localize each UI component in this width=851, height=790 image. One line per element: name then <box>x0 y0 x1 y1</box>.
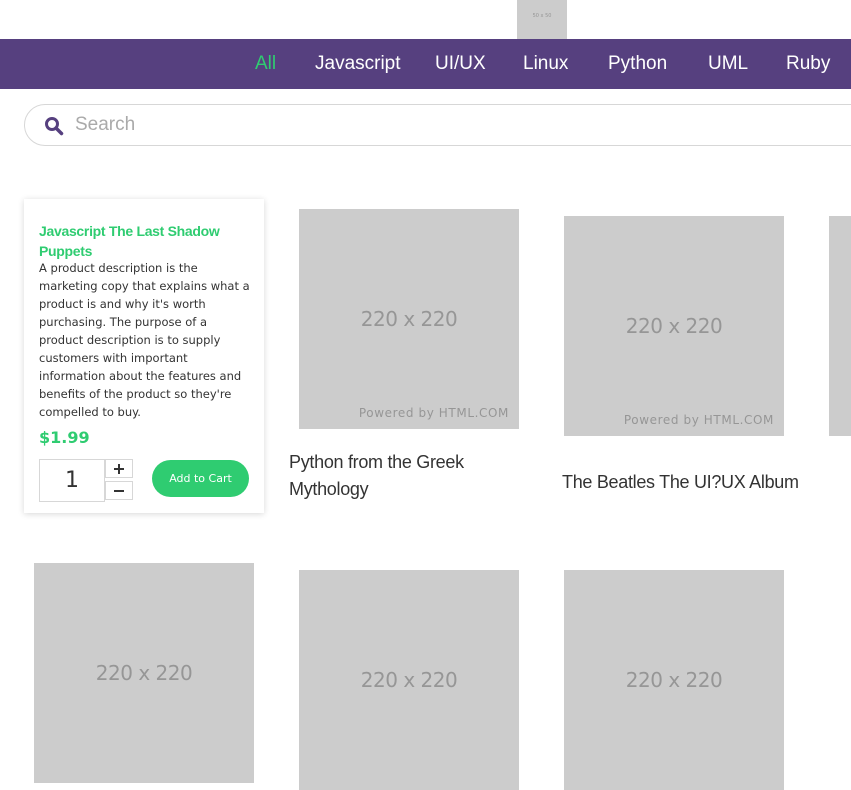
add-to-cart-button[interactable]: Add to Cart <box>152 460 249 497</box>
product-title[interactable]: The Beatles The UI?UX Album <box>562 469 802 496</box>
product-image[interactable] <box>829 216 851 436</box>
image-placeholder-text: 220 x 220 <box>625 668 723 692</box>
product-image[interactable]: 220 x 220 <box>34 563 254 783</box>
nav-item-all[interactable]: All <box>255 39 276 89</box>
product-price: $1.99 <box>39 428 90 447</box>
image-placeholder-text: 220 x 220 <box>360 668 458 692</box>
search-bar <box>24 104 851 146</box>
increment-button[interactable] <box>105 459 133 478</box>
product-image[interactable]: 220 x 220 <box>299 570 519 790</box>
quantity-input[interactable] <box>39 459 105 502</box>
image-placeholder-text: 220 x 220 <box>625 314 723 338</box>
product-description: A product description is the marketing c… <box>39 261 250 419</box>
decrement-button[interactable] <box>105 481 133 500</box>
image-credit: Powered by HTML.COM <box>623 413 774 427</box>
category-nav: All Javascript UI/UX Linux Python UML Ru… <box>0 39 851 89</box>
nav-item-uiux[interactable]: UI/UX <box>435 39 486 89</box>
image-placeholder-text: 220 x 220 <box>95 661 193 685</box>
top-header: 50 x 50 <box>0 0 851 39</box>
product-title[interactable]: Javascript The Last Shadow Puppets <box>39 221 244 261</box>
product-title[interactable]: Python from the Greek Mythology <box>289 449 519 503</box>
nav-item-javascript[interactable]: Javascript <box>315 39 401 89</box>
nav-item-uml[interactable]: UML <box>708 39 748 89</box>
search-input[interactable] <box>75 105 851 145</box>
featured-product-card: Javascript The Last Shadow Puppets A pro… <box>24 199 264 513</box>
nav-item-python[interactable]: Python <box>608 39 667 89</box>
plus-icon <box>114 463 124 474</box>
logo[interactable]: 50 x 50 <box>517 0 567 39</box>
search-icon[interactable] <box>44 116 64 136</box>
minus-icon <box>114 489 124 492</box>
product-image[interactable]: 220 x 220 Powered by HTML.COM <box>564 216 784 436</box>
product-image[interactable]: 220 x 220 Powered by HTML.COM <box>299 209 519 429</box>
image-placeholder-text: 220 x 220 <box>360 307 458 331</box>
image-credit: Powered by HTML.COM <box>358 406 509 420</box>
nav-item-ruby[interactable]: Ruby <box>786 39 830 89</box>
product-image[interactable]: 220 x 220 <box>564 570 784 790</box>
nav-item-linux[interactable]: Linux <box>523 39 568 89</box>
